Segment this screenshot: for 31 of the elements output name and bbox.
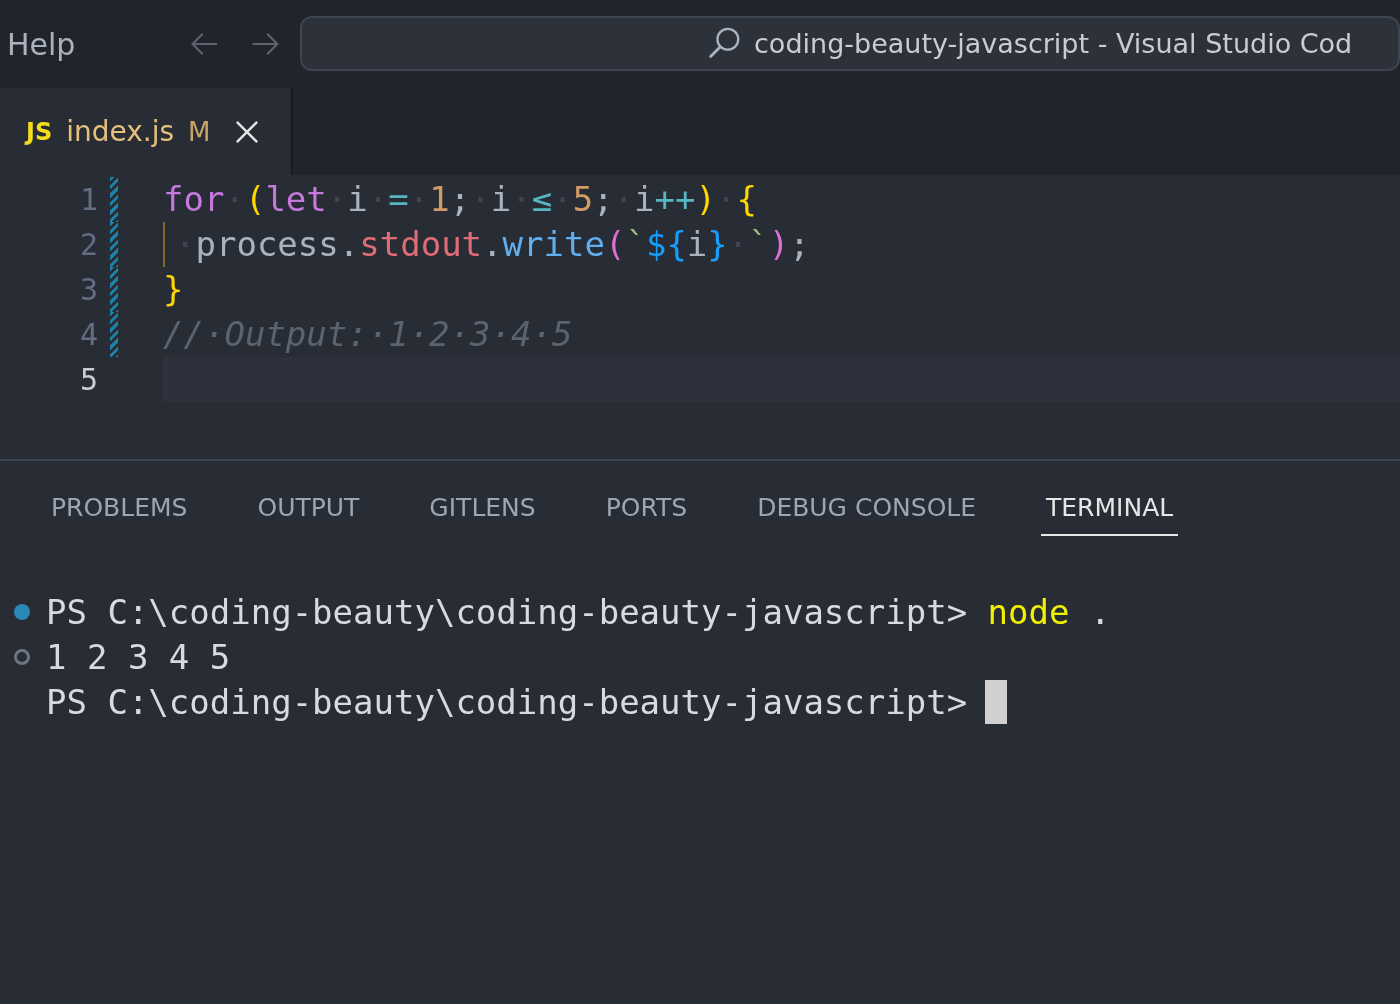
line-number: 5 [78,361,98,399]
panel-tab[interactable]: TERMINAL [1041,480,1179,536]
panel-tab[interactable]: GITLENS [424,480,541,536]
code-line: //·Output:·1·2·3·4·5 [163,313,573,356]
panel-tab[interactable]: PORTS [600,480,693,536]
command-center[interactable]: coding-beauty-javascript - Visual Studio Cod [300,15,1400,71]
file-name: index.js [66,115,175,148]
close-icon[interactable] [234,119,259,144]
terminal-prompt: PS C:\coding-beauty\coding-beauty-javascript> [46,591,968,632]
command-status-dot[interactable] [14,648,30,665]
line-number: 3 [78,271,98,309]
code-line: } [163,268,184,311]
search-icon [708,26,742,60]
line-number: 2 [78,226,98,264]
modified-indicator: M [188,116,211,147]
panel-tab[interactable]: DEBUG CONSOLE [752,480,982,536]
terminal-command: node [986,591,1070,632]
terminal-prompt: PS C:\coding-beauty\coding-beauty-javascript> [46,681,968,722]
panel-tab[interactable]: PROBLEMS [46,480,193,536]
line-number: 4 [78,316,98,354]
line-number: 1 [78,181,98,219]
window-title: coding-beauty-javascript - Visual Studio Cod [754,27,1353,59]
code-line: ·process.stdout.write(`${i}·`); [175,223,810,266]
panel-tab[interactable]: OUTPUT [252,480,365,536]
terminal-output: 1 2 3 4 5 [46,636,231,677]
menu-item[interactable]: Help [7,26,191,62]
code-line: for·(let·i·=·1;·i·≤·5;·i++)·{ [163,178,757,221]
file-type-icon: JS [26,117,53,146]
editor-tab[interactable]: JS index.js M [0,88,293,175]
command-status-dot[interactable] [14,603,30,620]
command-argument: . [1088,591,1111,632]
